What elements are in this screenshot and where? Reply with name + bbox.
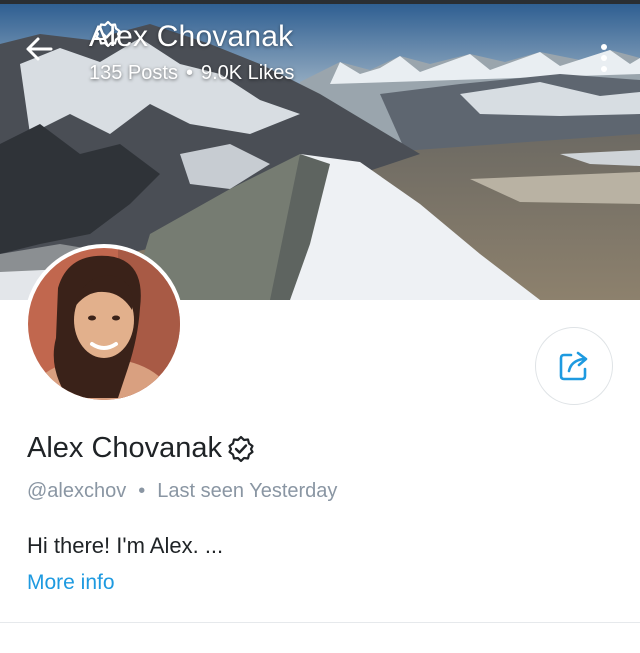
more-info-link[interactable]: More info [27, 571, 115, 595]
share-button[interactable] [535, 327, 613, 405]
kebab-menu-icon [601, 44, 607, 50]
verified-badge-icon [95, 20, 121, 48]
profile-bio: Hi there! I'm Alex. ... [27, 533, 224, 558]
more-options-button[interactable] [590, 38, 618, 78]
profile-name-text: Alex Chovanak [27, 432, 223, 464]
avatar[interactable] [24, 244, 184, 404]
kebab-menu-icon [601, 55, 607, 61]
last-seen-status: Last seen Yesterday [157, 480, 338, 502]
meta-separator: • [138, 480, 146, 502]
profile-meta: @alexchov • Last seen Yesterday [27, 480, 337, 503]
header-stats: 135 Posts • 9.0K Likes [89, 62, 294, 85]
profile-name: Alex Chovanak [27, 432, 255, 465]
arrow-left-icon [26, 37, 53, 61]
back-button[interactable] [24, 36, 64, 76]
verified-badge-icon [228, 435, 254, 462]
header-title: Alex Chovanak [89, 20, 293, 54]
section-divider [0, 622, 640, 623]
profile-handle: @alexchov [27, 480, 127, 502]
avatar-photo [28, 248, 180, 400]
stats-separator: • [185, 62, 193, 84]
kebab-menu-icon [601, 66, 607, 72]
posts-count: 135 Posts [89, 62, 178, 84]
likes-count: 9.0K Likes [200, 62, 295, 84]
share-icon [559, 351, 588, 381]
